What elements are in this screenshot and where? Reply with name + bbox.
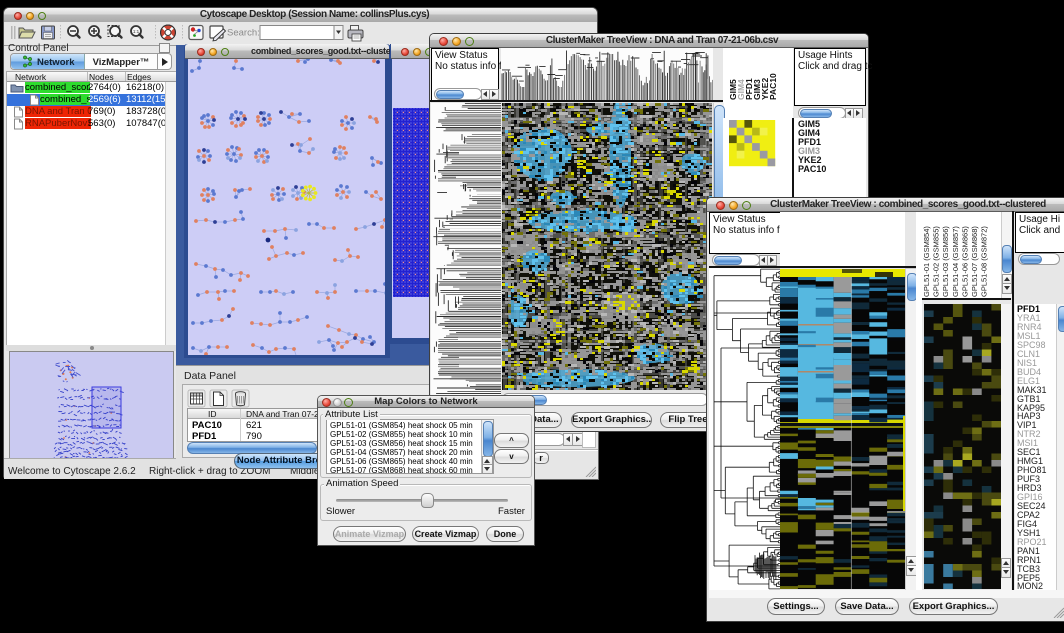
svg-text:GPL51-04 (GSM857): GPL51-04 (GSM857): [951, 226, 960, 297]
svg-text:PAC10: PAC10: [768, 73, 778, 100]
svg-text:GPL51-02 (GSM855): GPL51-02 (GSM855): [932, 226, 941, 297]
svg-text:Search:: Search:: [227, 28, 260, 39]
svg-text:GPL51-01 (GSM854): GPL51-01 (GSM854): [922, 226, 931, 297]
svg-text:GPL51-03 (GSM856): GPL51-03 (GSM856): [941, 226, 950, 297]
svg-text:GPL51-06 (GSM865): GPL51-06 (GSM865): [960, 226, 969, 297]
svg-text:GPL51-07 (GSM868): GPL51-07 (GSM868): [970, 226, 979, 297]
svg-text:1:1: 1:1: [133, 29, 140, 34]
svg-text:GPL51-08 (GSM872): GPL51-08 (GSM872): [980, 226, 989, 297]
